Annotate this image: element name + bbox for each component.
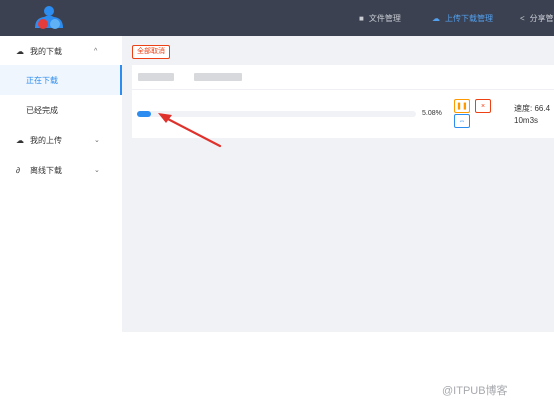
sidebar-group-offline-download[interactable]: ∂ 离线下载 ⌄ bbox=[0, 156, 122, 184]
pause-icon: ❚❚ bbox=[456, 103, 468, 110]
chevron-down-icon: ⌄ bbox=[94, 137, 100, 144]
nav-label: 文件管理 bbox=[368, 13, 401, 23]
nav-share-management[interactable]: < 分享管 bbox=[520, 0, 554, 36]
sidebar-group-label: 离线下载 bbox=[30, 165, 62, 175]
divider bbox=[132, 89, 554, 90]
chevron-up-icon: ^ bbox=[94, 47, 98, 55]
sidebar: ☁ 我的下载 ^ 正在下载 已经完成 ☁ 我的上传 ⌄ ∂ 离线下载 ⌄ bbox=[0, 36, 122, 332]
sidebar-item-label: 已经完成 bbox=[26, 105, 58, 115]
annotation-arrow bbox=[158, 113, 222, 148]
cancel-task-button[interactable]: × bbox=[475, 99, 491, 113]
sidebar-item-downloading[interactable]: 正在下载 bbox=[0, 65, 122, 95]
logo-icon[interactable] bbox=[30, 4, 68, 32]
pause-button[interactable]: ❚❚ bbox=[454, 99, 470, 113]
watermark: @ITPUB博客 bbox=[442, 385, 508, 397]
file-name-redacted bbox=[138, 73, 243, 81]
sidebar-group-label: 我的下载 bbox=[30, 46, 62, 56]
cloud-icon: ☁ bbox=[16, 46, 24, 56]
folder-icon: ■ bbox=[359, 13, 364, 23]
progress-percent: 5.08% bbox=[422, 110, 442, 117]
cloud-icon: ☁ bbox=[432, 13, 440, 23]
sidebar-group-label: 我的上传 bbox=[30, 135, 62, 145]
close-icon: × bbox=[480, 102, 486, 110]
nav-label: 分享管 bbox=[529, 13, 554, 23]
sidebar-item-label: 正在下载 bbox=[26, 75, 58, 85]
resume-button[interactable]: ⇔ bbox=[454, 114, 470, 128]
nav-file-management[interactable]: ■ 文件管理 bbox=[359, 0, 401, 36]
main-content: 全部取消 5.08% ❚❚ × ⇔ 速度: 66.4 10m3s bbox=[122, 36, 554, 332]
sidebar-item-completed[interactable]: 已经完成 bbox=[0, 95, 122, 125]
download-speed: 速度: 66.4 bbox=[514, 104, 551, 113]
cloud-icon: ☁ bbox=[16, 135, 24, 145]
nav-label: 上传下载管理 bbox=[445, 13, 493, 23]
sidebar-group-my-downloads[interactable]: ☁ 我的下载 ^ bbox=[0, 37, 122, 65]
time-remaining: 10m3s bbox=[514, 116, 539, 125]
link-icon: ∂ bbox=[16, 165, 20, 175]
sidebar-group-my-uploads[interactable]: ☁ 我的上传 ⌄ bbox=[0, 126, 122, 154]
resume-icon: ⇔ bbox=[458, 117, 466, 125]
share-icon: < bbox=[520, 13, 525, 23]
nav-upload-download-management[interactable]: ☁ 上传下载管理 bbox=[432, 0, 493, 36]
top-bar: ■ 文件管理 ☁ 上传下载管理 < 分享管 bbox=[0, 0, 554, 36]
chevron-down-icon: ⌄ bbox=[94, 167, 100, 174]
cancel-all-button[interactable]: 全部取消 bbox=[132, 45, 170, 59]
